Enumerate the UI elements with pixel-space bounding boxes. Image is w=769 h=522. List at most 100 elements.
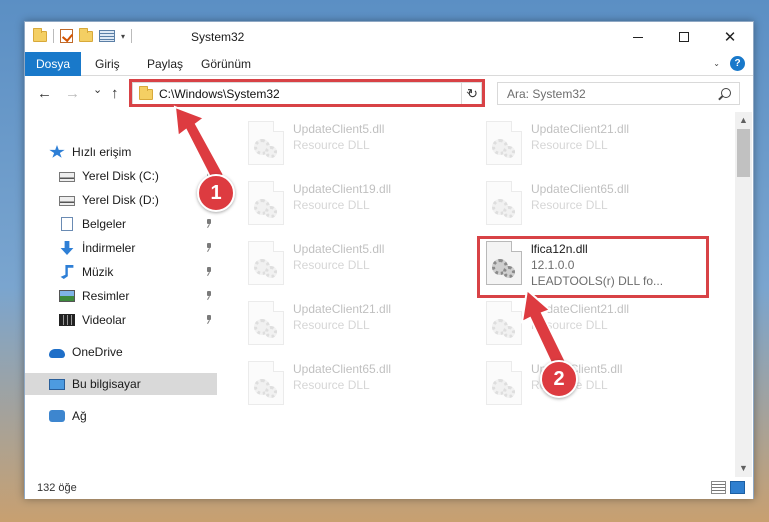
close-button[interactable]: ✕ [707, 22, 753, 52]
expand-ribbon-chevron-icon[interactable]: ⌄ [713, 59, 720, 68]
gear-icon [265, 146, 277, 158]
sidebar-item-label: Hızlı erişim [72, 145, 132, 159]
sidebar-item[interactable]: Videolar [25, 309, 217, 331]
quick-access-toolbar: ▾ [33, 27, 133, 43]
gear-icon [265, 326, 277, 338]
pin-icon[interactable] [205, 219, 213, 228]
pin-icon[interactable] [205, 291, 213, 300]
gear-icon [503, 206, 515, 218]
file-name: UpdateClient5.dll [293, 242, 385, 256]
tiles-view-icon[interactable] [730, 481, 745, 494]
properties-check-icon[interactable] [60, 29, 73, 43]
file-tile[interactable]: UpdateClient19.dll Resource DLL [240, 175, 460, 231]
maximize-icon [679, 32, 689, 42]
document-icon [61, 217, 73, 231]
properties-icon[interactable] [99, 30, 115, 42]
dll-file-icon [486, 181, 522, 225]
dll-file-icon [248, 181, 284, 225]
file-name: UpdateClient65.dll [293, 362, 392, 376]
pin-icon[interactable] [205, 243, 213, 252]
dll-file-icon [486, 121, 522, 165]
scroll-down-arrow-icon[interactable]: ▼ [735, 460, 752, 477]
sidebar-item[interactable]: Müzik [25, 261, 217, 283]
scroll-up-arrow-icon[interactable]: ▲ [735, 112, 752, 129]
gear-icon [265, 386, 277, 398]
view-toggles [711, 481, 745, 494]
tab-share[interactable]: Paylaş [139, 52, 191, 76]
navigation-pane: Hızlı erişim Yerel Disk (C:) Yerel Disk (D… [25, 112, 220, 477]
sidebar-item[interactable]: Resimler [25, 285, 217, 307]
vertical-scrollbar[interactable]: ▲ ▼ [735, 112, 752, 477]
new-folder-icon[interactable] [79, 27, 93, 42]
pin-icon[interactable] [205, 315, 213, 324]
computer-icon [49, 378, 65, 390]
drive-icon [59, 172, 75, 182]
ribbon-right-controls: ⌄ ? [713, 56, 745, 71]
sidebar-item[interactable]: Yerel Disk (D:) [25, 189, 217, 211]
file-type: Resource DLL [293, 198, 370, 212]
file-name: UpdateClient65.dll [531, 182, 630, 196]
tab-file[interactable]: Dosya [25, 52, 81, 76]
ribbon-tabs: Dosya Giriş Paylaş Görünüm ⌄ ? [25, 52, 753, 76]
sidebar-item[interactable]: Hızlı erişim [25, 141, 217, 163]
file-tile[interactable]: UpdateClient5.dllResource DLL [240, 115, 460, 171]
file-type: Resource DLL [531, 318, 608, 332]
file-type: Resource DLL [293, 378, 370, 392]
sidebar-item[interactable]: Bu bilgisayar [25, 373, 217, 395]
file-name: UpdateClient21.dll [531, 302, 630, 316]
gear-icon [265, 266, 277, 278]
file-tile[interactable]: UpdateClient5.dllResource DLL [478, 355, 698, 411]
network-icon [49, 410, 65, 422]
sidebar-item[interactable]: Belgeler [25, 213, 217, 235]
scroll-thumb[interactable] [737, 129, 750, 177]
maximize-button[interactable] [661, 22, 707, 52]
pin-icon[interactable] [205, 267, 213, 276]
tab-home[interactable]: Giriş [87, 52, 128, 76]
minimize-icon [633, 36, 643, 38]
back-arrow-icon[interactable]: ← [37, 85, 52, 102]
forward-arrow-icon[interactable]: → [65, 85, 80, 102]
sidebar-item-label: İndirmeler [82, 241, 136, 255]
title-bar: ▾ System32 ✕ [25, 22, 753, 52]
sidebar-item[interactable]: İndirmeler [25, 237, 217, 259]
file-tile[interactable]: UpdateClient21.dll Resource DLL [240, 295, 460, 351]
window-controls: ✕ [615, 22, 753, 52]
cloud-icon [49, 349, 65, 358]
file-name: UpdateClient21.dll [293, 302, 392, 316]
file-tile[interactable]: UpdateClient65.dll Resource DLL [240, 355, 460, 411]
video-icon [59, 314, 75, 326]
search-placeholder[interactable]: Ara: System32 [507, 87, 586, 101]
file-tile[interactable]: UpdateClient21.dll Resource DLL [478, 115, 698, 171]
dll-file-icon [248, 361, 284, 405]
recent-locations-chevron-icon[interactable]: ⌄ [93, 83, 102, 96]
gear-icon [503, 386, 515, 398]
sidebar-item-label: Resimler [82, 289, 130, 303]
up-arrow-icon[interactable]: ↑ [111, 85, 119, 102]
minimize-button[interactable] [615, 22, 661, 52]
help-icon[interactable]: ? [730, 56, 745, 71]
step-badge-1: 1 [197, 174, 235, 212]
sidebar-item-label: Ağ [72, 409, 87, 423]
dll-file-icon [248, 301, 284, 345]
sidebar-item[interactable]: Ağ [25, 405, 217, 427]
music-icon [60, 265, 74, 279]
file-name: UpdateClient21.dll [531, 122, 630, 136]
file-tile[interactable]: UpdateClient65.dll Resource DLL [478, 175, 698, 231]
file-tile[interactable]: UpdateClient5.dllResource DLL [240, 235, 460, 291]
tab-view[interactable]: Görünüm [193, 52, 259, 76]
sidebar-item-label: Yerel Disk (D:) [82, 193, 159, 207]
search-box[interactable]: Ara: System32 [497, 82, 740, 105]
file-type: Resource DLL [293, 318, 370, 332]
details-view-icon[interactable] [711, 481, 726, 494]
dll-file-icon [248, 241, 284, 285]
toolbar-separator [131, 29, 133, 43]
dll-file-icon [486, 301, 522, 345]
gear-icon [265, 206, 277, 218]
sidebar-item[interactable]: OneDrive [25, 341, 217, 363]
sidebar-item[interactable]: Yerel Disk (C:) [25, 165, 217, 187]
file-tile[interactable]: UpdateClient21.dll Resource DLL [478, 295, 698, 351]
gear-icon [503, 326, 515, 338]
file-type: Resource DLL [531, 138, 608, 152]
search-icon[interactable] [721, 88, 731, 98]
customize-toolbar-chevron-icon[interactable]: ▾ [121, 32, 125, 41]
